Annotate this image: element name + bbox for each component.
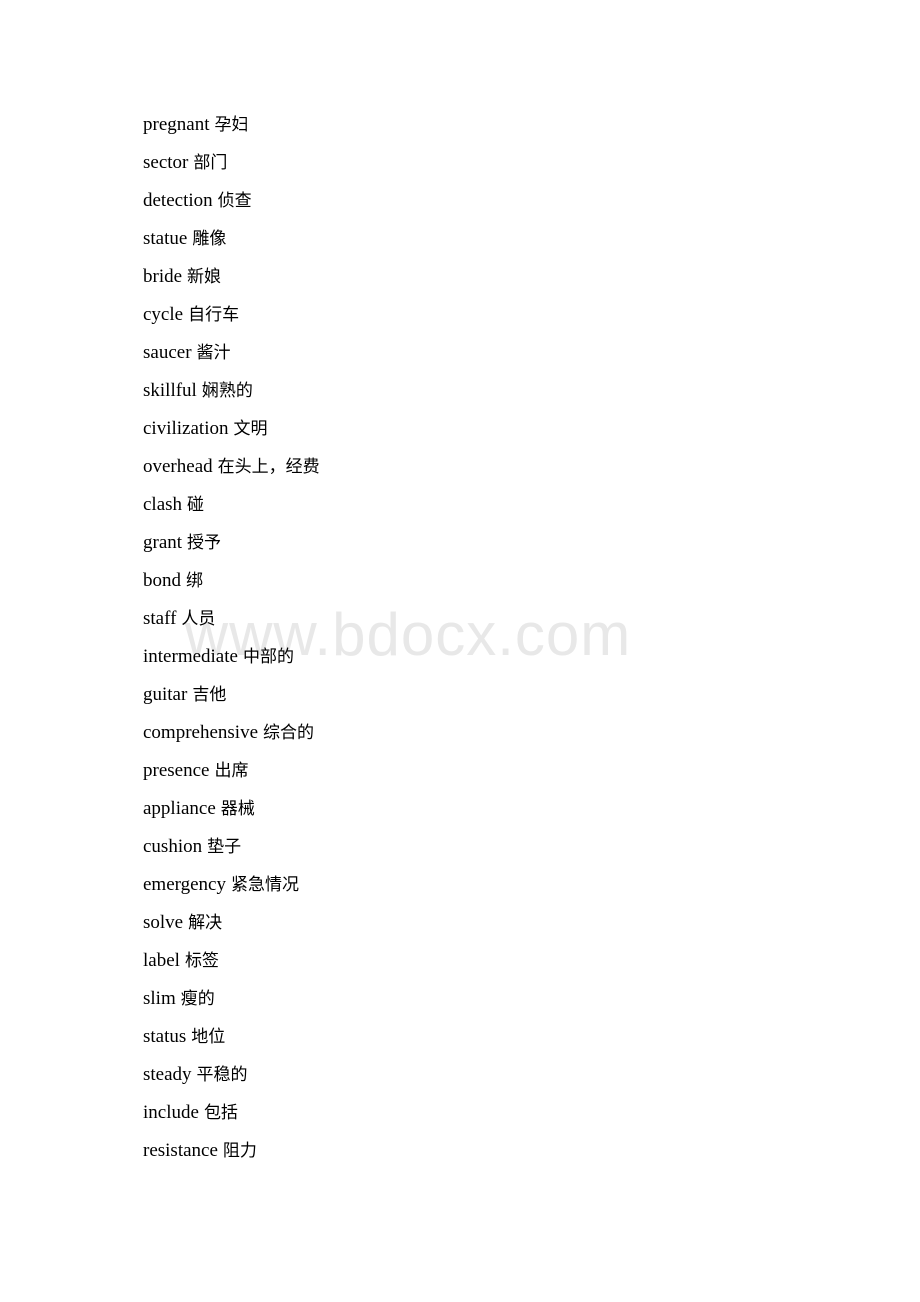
vocabulary-entry: pregnant 孕妇 — [143, 106, 920, 144]
vocabulary-entry: comprehensive 综合的 — [143, 714, 920, 752]
entry-term: civilization — [143, 418, 229, 439]
vocabulary-entry: label 标签 — [143, 942, 920, 980]
entry-gloss: 平稳的 — [196, 1065, 248, 1085]
entry-gloss: 部门 — [193, 153, 228, 173]
vocabulary-entry: detection 侦查 — [143, 182, 920, 220]
vocabulary-entry: civilization 文明 — [143, 410, 920, 448]
entry-gloss: 自行车 — [188, 305, 240, 325]
entry-term: intermediate — [143, 646, 238, 667]
entry-term: steady — [143, 1064, 192, 1085]
vocabulary-entry: bride 新娘 — [143, 258, 920, 296]
entry-term: presence — [143, 760, 210, 781]
vocabulary-entry: clash 碰 — [143, 486, 920, 524]
entry-gloss: 中部的 — [242, 647, 294, 667]
entry-term: resistance — [143, 1140, 218, 1161]
entry-term: clash — [143, 494, 183, 515]
document-page: www.bdocx.com pregnant 孕妇 sector 部门 detectio… — [0, 0, 920, 1302]
entry-term: staff — [143, 608, 177, 629]
entry-gloss: 孕妇 — [214, 115, 249, 135]
entry-gloss: 绑 — [186, 571, 203, 591]
entry-term: comprehensive — [143, 722, 259, 743]
entry-gloss: 紧急情况 — [231, 875, 299, 895]
entry-term: label — [143, 950, 180, 971]
entry-term: skillful — [143, 380, 197, 401]
entry-term: sector — [143, 152, 189, 173]
vocabulary-entry: status 地位 — [143, 1018, 920, 1056]
entry-term: detection — [143, 190, 213, 211]
vocabulary-entry: slim 瘦的 — [143, 980, 920, 1018]
vocabulary-entry: statue 雕像 — [143, 220, 920, 258]
entry-gloss: 酱汁 — [196, 343, 231, 363]
entry-term: statue — [143, 228, 188, 249]
vocabulary-entry: saucer 酱汁 — [143, 334, 920, 372]
vocabulary-entry: steady 平稳的 — [143, 1056, 920, 1094]
entry-gloss: 解决 — [188, 913, 223, 933]
entry-gloss: 标签 — [184, 951, 219, 971]
entry-gloss: 雕像 — [192, 229, 227, 249]
entry-term: overhead — [143, 456, 213, 477]
entry-term: grant — [143, 532, 183, 553]
entry-term: emergency — [143, 874, 226, 895]
entry-term: slim — [143, 988, 176, 1009]
vocabulary-entry: solve 解决 — [143, 904, 920, 942]
entry-term: appliance — [143, 798, 216, 819]
entry-gloss: 人员 — [181, 609, 216, 629]
entry-term: saucer — [143, 342, 192, 363]
entry-gloss: 新娘 — [187, 267, 222, 287]
vocabulary-entry: bond 绑 — [143, 562, 920, 600]
entry-gloss: 娴熟的 — [201, 381, 253, 401]
vocabulary-entry: overhead 在头上，经费 — [143, 448, 920, 486]
entry-gloss: 侦查 — [217, 191, 252, 211]
entry-gloss: 阻力 — [222, 1141, 257, 1161]
entry-term: cycle — [143, 304, 184, 325]
vocabulary-entry: skillful 娴熟的 — [143, 372, 920, 410]
entry-gloss: 在头上，经费 — [217, 457, 320, 477]
vocabulary-entry: resistance 阻力 — [143, 1132, 920, 1170]
entry-gloss: 器械 — [220, 799, 255, 819]
entry-term: bond — [143, 570, 181, 591]
vocabulary-entry: guitar 吉他 — [143, 676, 920, 714]
entry-term: bride — [143, 266, 183, 287]
entry-gloss: 碰 — [187, 495, 205, 515]
entry-term: pregnant — [143, 114, 210, 135]
entry-term: status — [143, 1026, 187, 1047]
entry-term: solve — [143, 912, 184, 933]
vocabulary-list: pregnant 孕妇 sector 部门 detection 侦查 statue 雕像 bri… — [0, 0, 920, 1170]
vocabulary-entry: staff 人员 — [143, 600, 920, 638]
entry-gloss: 地位 — [191, 1027, 226, 1047]
vocabulary-entry: sector 部门 — [143, 144, 920, 182]
entry-gloss: 包括 — [203, 1103, 238, 1123]
vocabulary-entry: cushion 垫子 — [143, 828, 920, 866]
entry-gloss: 综合的 — [263, 723, 315, 743]
vocabulary-entry: appliance 器械 — [143, 790, 920, 828]
entry-term: cushion — [143, 836, 203, 857]
entry-term: guitar — [143, 684, 188, 705]
entry-gloss: 文明 — [233, 419, 268, 439]
vocabulary-entry: cycle 自行车 — [143, 296, 920, 334]
entry-term: include — [143, 1102, 199, 1123]
entry-gloss: 授予 — [187, 533, 222, 553]
vocabulary-entry: emergency 紧急情况 — [143, 866, 920, 904]
entry-gloss: 垫子 — [207, 837, 242, 857]
entry-gloss: 吉他 — [192, 685, 227, 705]
vocabulary-entry: intermediate 中部的 — [143, 638, 920, 676]
entry-gloss: 瘦的 — [180, 989, 215, 1009]
entry-gloss: 出席 — [214, 761, 249, 781]
vocabulary-entry: presence 出席 — [143, 752, 920, 790]
vocabulary-entry: grant 授予 — [143, 524, 920, 562]
vocabulary-entry: include 包括 — [143, 1094, 920, 1132]
